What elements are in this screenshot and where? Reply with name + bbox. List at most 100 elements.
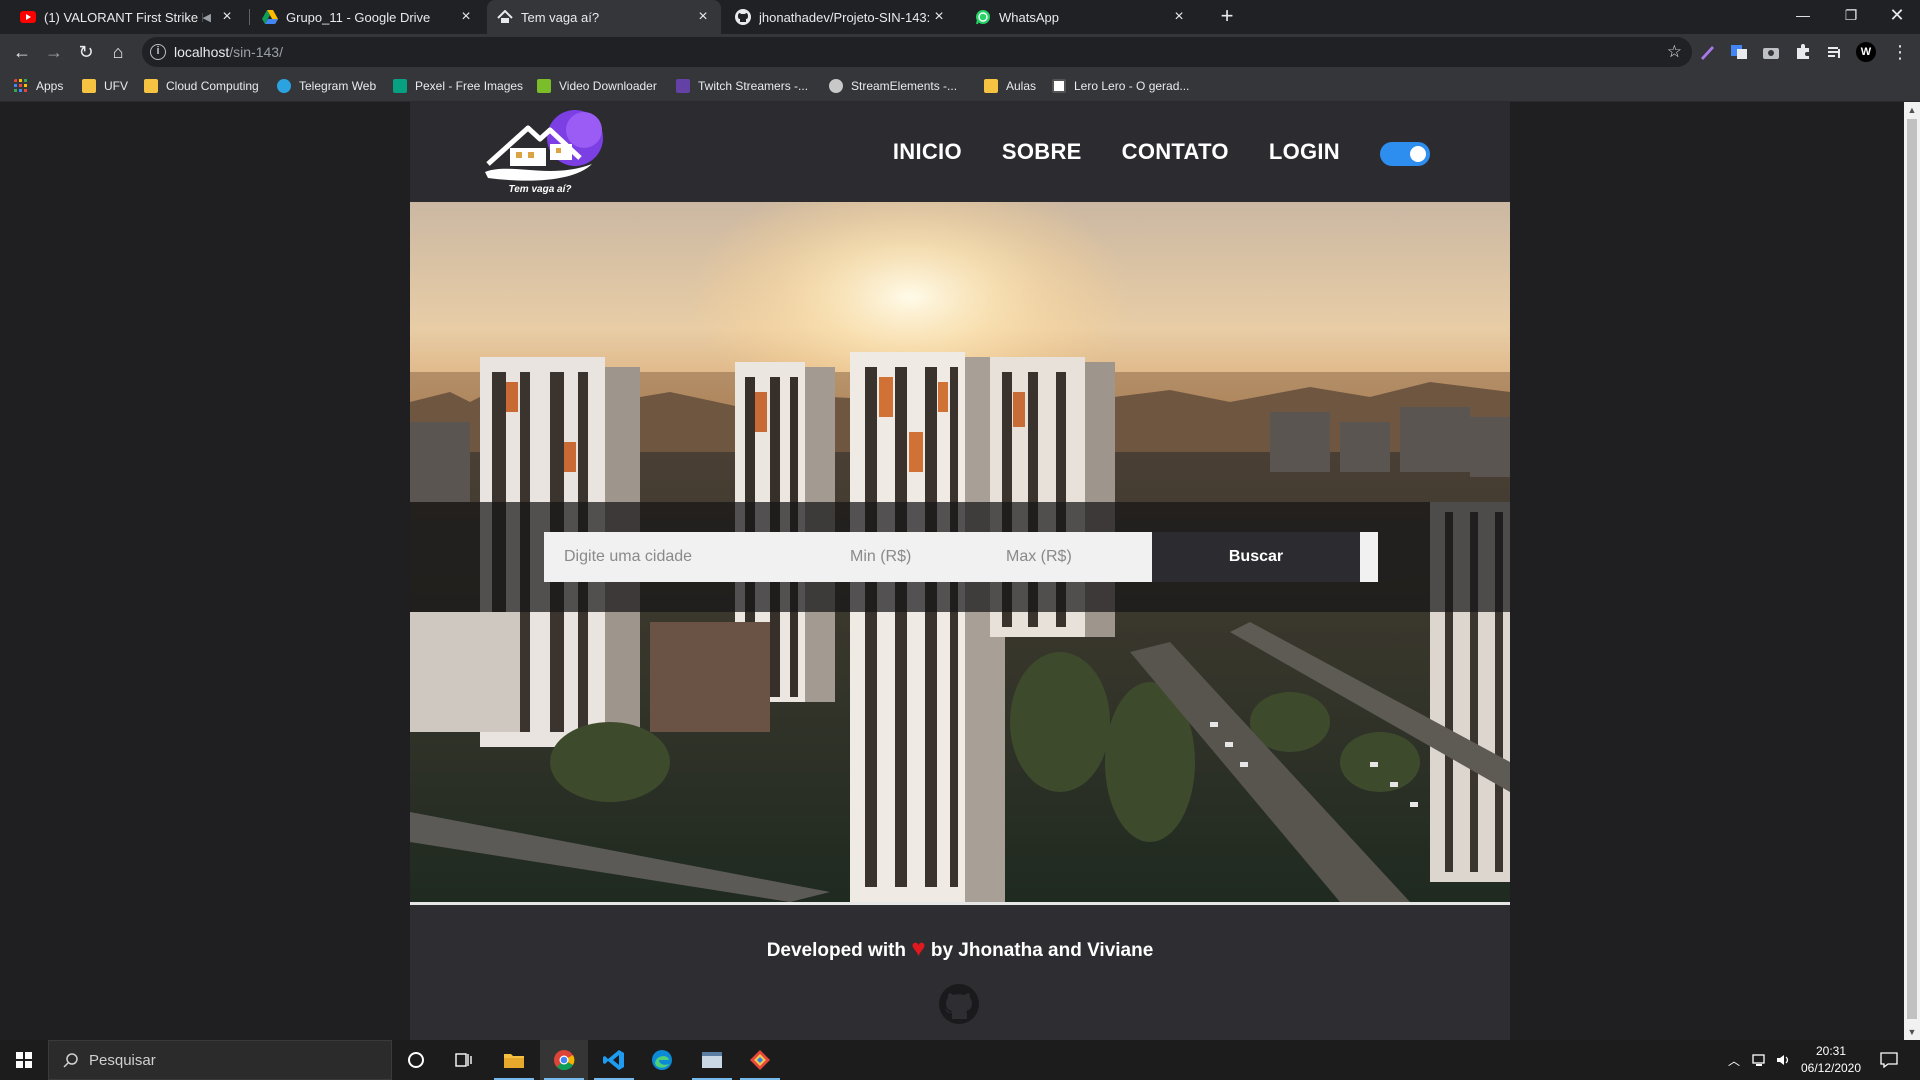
twitch-icon [676,79,690,93]
bookmark-pexel[interactable]: Pexel - Free Images [393,70,523,102]
menu-kebab-icon[interactable]: ⋮ [1888,40,1912,64]
bookmark-label: Twitch Streamers -... [698,79,809,93]
google-drive-icon [262,10,278,24]
site-container: Tem vaga aí? INICIO SOBRE CONTATO LOGIN [410,102,1510,1040]
pexels-icon [393,79,407,93]
bookmark-video-downloader[interactable]: Video Downloader [537,70,657,102]
url-text[interactable]: localhost/sin-143/ [174,44,283,60]
bookmark-label: Lero Lero - O gerad... [1074,79,1190,93]
bookmark-label: Cloud Computing [166,79,259,93]
footer-suffix: by Jhonatha and Viviane [930,940,1154,961]
close-tab-icon[interactable]: × [695,9,711,25]
apps-grid-icon [14,79,27,92]
search-button[interactable]: Buscar [1152,532,1360,582]
forward-icon[interactable]: → [42,40,66,64]
theme-toggle[interactable] [1380,142,1430,166]
tray-chevron-icon[interactable]: ︿ [1728,1040,1740,1080]
camera-extension-icon[interactable] [1762,43,1780,61]
bookmark-label: Aulas [1006,79,1037,93]
home-icon[interactable]: ⌂ [106,40,130,64]
lerolero-icon [1052,79,1066,93]
toggle-knob [1410,146,1426,162]
scroll-down-arrow-icon[interactable]: ▼ [1904,1024,1920,1040]
footer-credits: Developed with ♥ by Jhonatha and Viviane [410,935,1510,963]
tab-tem-vaga-ai[interactable]: Tem vaga aí? × [487,0,721,34]
site-logo[interactable]: Tem vaga aí? [480,106,610,196]
hero-banner: Buscar [410,202,1510,902]
translate-extension-icon[interactable] [1730,43,1748,61]
cortana-icon[interactable] [392,1040,440,1080]
folder-icon [82,79,96,93]
bookmark-twitch[interactable]: Twitch Streamers -... [676,70,808,102]
windows-logo-icon [16,1052,32,1068]
scroll-thumb[interactable] [1907,119,1917,1019]
tab-title: WhatsApp [999,9,1059,25]
extensions-puzzle-icon[interactable] [1794,43,1812,61]
file-explorer-icon[interactable] [490,1040,538,1080]
vscode-icon[interactable] [590,1040,638,1080]
tab-github[interactable]: jhonathadev/Projeto-SIN-143: Pr × [725,0,957,34]
close-tab-icon[interactable]: × [219,9,235,25]
site-info-icon[interactable]: i [150,44,166,60]
bookmark-apps[interactable]: Apps [14,70,63,102]
bookmark-label: StreamElements -... [851,79,958,93]
nav-contato[interactable]: CONTATO [1122,139,1229,165]
whatsapp-icon [976,10,990,25]
min-price-input[interactable] [850,532,1006,582]
max-price-input[interactable] [1006,532,1152,582]
url-host: localhost [174,44,230,60]
scroll-up-arrow-icon[interactable]: ▲ [1904,102,1920,118]
search-band: Buscar [410,502,1510,612]
bookmark-ufv[interactable]: UFV [82,70,128,102]
bookmark-lero-lero[interactable]: Lero Lero - O gerad... [1052,70,1189,102]
page-scrollbar[interactable]: ▲ ▼ [1904,102,1920,1040]
tab-title: Grupo_11 - Google Drive [286,9,431,25]
nav-inicio[interactable]: INICIO [893,139,962,165]
address-bar[interactable]: i localhost/sin-143/ ☆ [142,37,1692,67]
bookmark-aulas[interactable]: Aulas [984,70,1036,102]
close-window-icon[interactable]: ✕ [1874,0,1920,30]
network-icon[interactable] [1752,1040,1768,1080]
pen-extension-icon[interactable] [1698,43,1716,61]
tab-title: Tem vaga aí? [521,9,600,25]
bookmark-streamelements[interactable]: StreamElements -... [829,70,957,102]
start-button[interactable] [0,1040,48,1080]
minimize-icon[interactable]: — [1780,0,1826,30]
system-clock[interactable]: 20:31 06/12/2020 [1796,1043,1866,1077]
clock-time: 20:31 [1815,1044,1847,1058]
chrome-icon[interactable] [540,1040,588,1080]
city-search-input[interactable] [544,532,850,582]
folder-icon [984,79,998,93]
close-tab-icon[interactable]: × [931,9,947,25]
close-tab-icon[interactable]: × [1171,9,1187,25]
git-kraken-icon[interactable] [736,1040,784,1080]
nav-login[interactable]: LOGIN [1269,139,1340,165]
tab-valorant[interactable]: (1) VALORANT First Strike Bra ◀ × [10,0,245,34]
tab-whatsapp[interactable]: WhatsApp × [965,0,1197,34]
app-window-icon[interactable] [688,1040,736,1080]
nav-sobre[interactable]: SOBRE [1002,139,1082,165]
tab-google-drive[interactable]: Grupo_11 - Google Drive × [252,0,484,34]
back-icon[interactable]: ← [10,40,34,64]
bookmark-cloud-computing[interactable]: Cloud Computing [144,70,259,102]
main-nav: INICIO SOBRE CONTATO LOGIN [893,102,1340,202]
new-tab-button[interactable]: + [1215,5,1239,29]
bookmark-label: UFV [104,79,128,93]
bookmark-star-icon[interactable]: ☆ [1667,42,1682,62]
logo-text: Tem vaga aí? [509,184,572,195]
bookmark-label: Telegram Web [299,79,377,93]
task-view-icon[interactable] [440,1040,488,1080]
reload-icon[interactable]: ↻ [74,40,98,64]
notifications-icon[interactable] [1880,1040,1898,1080]
volume-icon[interactable] [1776,1040,1792,1080]
edge-icon[interactable] [638,1040,686,1080]
profile-avatar[interactable]: W [1856,42,1876,62]
media-queue-icon[interactable] [1826,43,1844,61]
restore-icon[interactable]: ❐ [1828,0,1874,30]
bookmark-label: Video Downloader [559,79,657,93]
github-icon[interactable] [938,983,980,1025]
close-tab-icon[interactable]: × [458,9,474,25]
taskbar-search-box[interactable]: Pesquisar [48,1040,392,1080]
download-icon [537,79,551,93]
bookmark-telegram[interactable]: Telegram Web [277,70,376,102]
